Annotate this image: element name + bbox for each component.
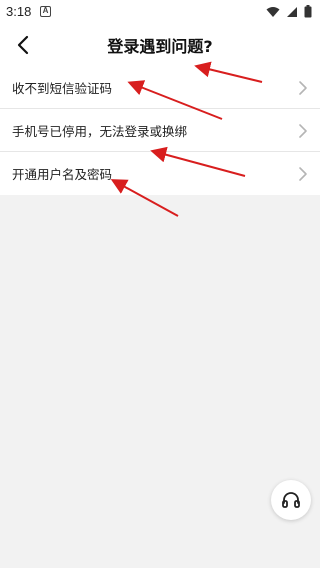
status-bar: 3:18 A — [0, 0, 320, 24]
chevron-right-icon — [299, 124, 307, 138]
option-phone-deactivated[interactable]: 手机号已停用，无法登录或换绑 — [0, 109, 320, 152]
status-time: 3:18 — [6, 4, 32, 19]
headphones-icon — [282, 492, 300, 508]
chevron-right-icon — [299, 167, 307, 181]
option-label: 收不到短信验证码 — [12, 80, 113, 96]
option-label: 手机号已停用，无法登录或换绑 — [12, 123, 188, 139]
help-option-list: 收不到短信验证码 手机号已停用，无法登录或换绑 开通用户名及密码 — [0, 66, 320, 195]
chevron-right-icon — [299, 81, 307, 95]
notification-app-icon: A — [40, 6, 51, 17]
header-bar: 登录遇到问题? — [0, 24, 320, 66]
option-label: 开通用户名及密码 — [12, 167, 113, 182]
status-icons — [266, 5, 312, 18]
option-no-sms-code[interactable]: 收不到短信验证码 — [0, 66, 320, 109]
customer-support-button[interactable] — [271, 480, 311, 520]
option-enable-username-password[interactable]: 开通用户名及密码 — [0, 152, 320, 195]
wifi-icon — [266, 6, 280, 17]
page-title: 登录遇到问题? — [107, 37, 213, 56]
battery-icon — [304, 5, 312, 18]
signal-icon — [287, 6, 297, 17]
